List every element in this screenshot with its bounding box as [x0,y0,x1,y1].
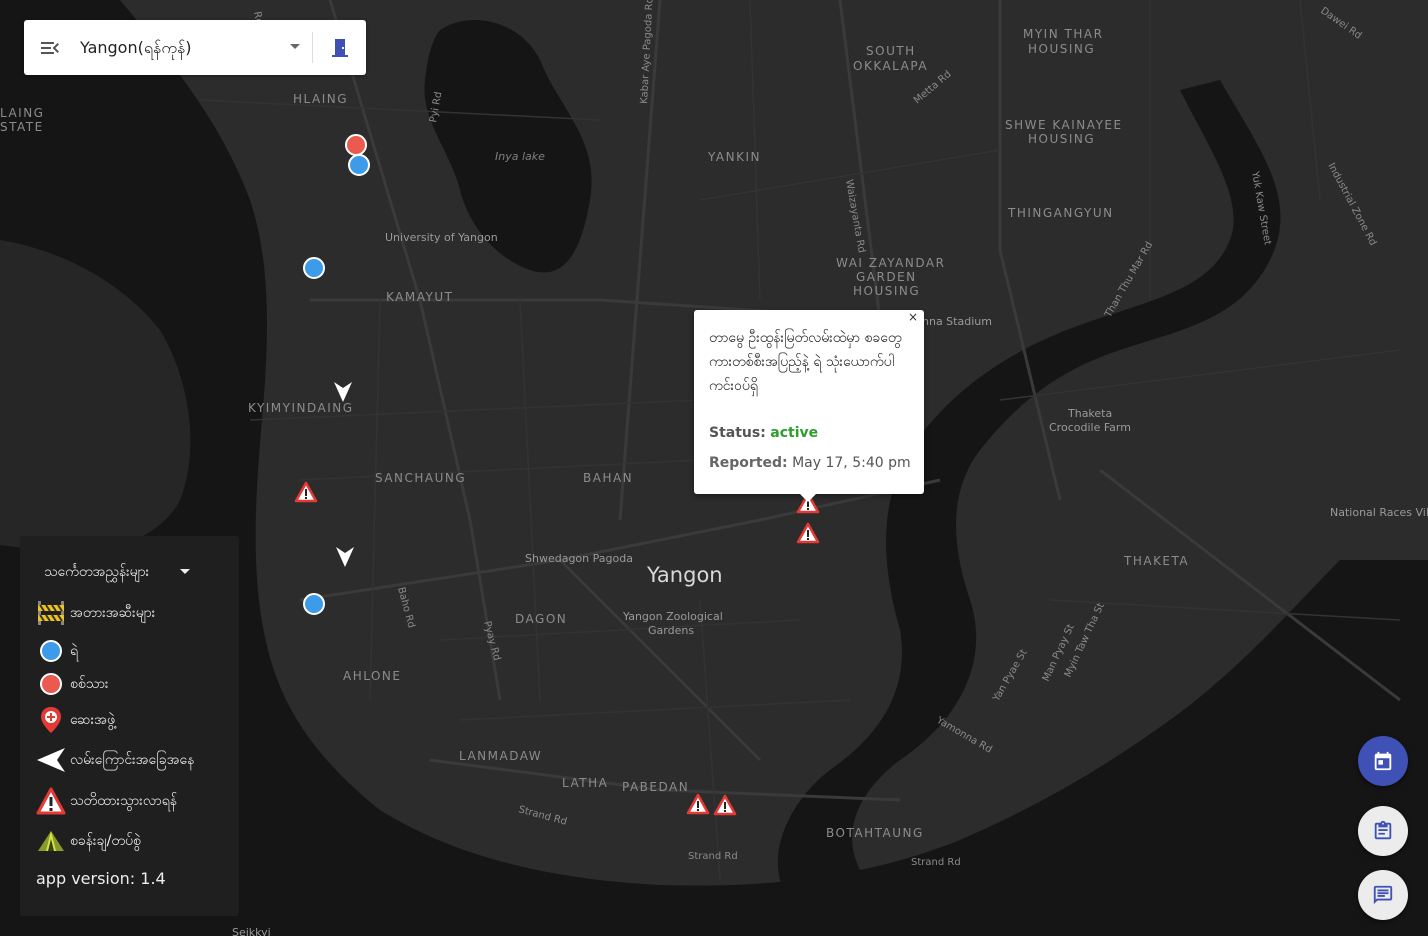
district-label: GARDEN [856,270,917,284]
legend-title[interactable]: သင်္ကေတအညွှန်းများ [44,562,149,583]
clipboard-icon [1374,820,1392,840]
app-version: app version: 1.4 [36,869,166,888]
district-label: SOUTH [866,44,916,58]
district-label: THINGANGYUN [1007,206,1114,220]
location-bar: Yangon(ရန်ကုန်) [24,20,366,75]
legend-item: စခန်းချ/တပ်စွဲ [36,826,141,856]
district-label: HLAING [293,92,348,106]
police-marker[interactable] [347,153,371,177]
incident-description: တာမွေ ဦးထွန်းမြတ်လမ်းထဲမှာ စခတွေ ကားတစ်စ… [709,330,902,394]
reported-label: Reported: [709,455,788,471]
poi-label: Shwedagon Pagoda [525,552,633,565]
poi-label: Crocodile Farm [1049,421,1131,434]
police-marker[interactable] [302,592,326,616]
legend-item: ဆေးအဖွဲ့ [36,705,115,735]
popup-tip [799,493,817,502]
poi-label: Gardens [648,624,694,637]
district-label: SHWE KAINAYEE [1005,118,1123,132]
police-marker[interactable] [302,256,326,280]
status-label: Status: [709,425,766,441]
warning-marker[interactable] [796,522,820,544]
warning-marker[interactable] [686,793,710,815]
warning-marker[interactable] [294,481,318,503]
city-select-value[interactable]: Yangon(ရန်ကုန်) [80,37,192,61]
district-label: BAHAN [583,471,633,485]
legend-item: ရဲ [36,636,78,666]
caret-down-icon[interactable] [180,569,190,574]
district-label: OKKALAPA [853,59,928,73]
incident-popup: × တာမွေ ဦးထွန်းမြတ်လမ်းထဲမှာ စခတွေ ကားတစ… [694,310,924,502]
road-label: Strand Rd [688,851,738,862]
calendar-button[interactable] [1358,736,1408,786]
poi-label: Seikkyi [232,926,271,936]
warning-marker[interactable] [713,794,737,816]
district-label: LANMADAW [459,749,542,763]
legend-item: သတိထားသွားလာရန် [36,786,177,816]
medical-pin-icon [36,705,66,735]
close-icon[interactable]: × [908,310,918,324]
district-label: MYIN THAR [1023,27,1103,41]
city-label: Yangon [646,563,723,587]
district-label: SANCHAUNG [375,471,466,485]
district-label: LAING [0,106,44,120]
warning-triangle-icon [36,786,66,816]
legend-item: စစ်သား [36,669,109,699]
barricade-icon [36,598,66,628]
road-label: Strand Rd [911,857,961,868]
direction-arrow-icon [36,745,66,775]
poi-label: nna Stadium [922,315,992,328]
legend-label: ဆေးအဖွဲ့ [70,711,115,728]
district-label: THAKETA [1123,554,1189,568]
poi-label: Inya lake [495,150,545,163]
chevron-down-icon[interactable] [290,44,300,49]
district-label: STATE [0,120,44,134]
district-label: KAMAYUT [386,290,453,304]
calendar-icon [1374,751,1392,771]
legend-panel: သင်္ကေတအညွှန်းများ အတားအဆီးများ ရဲ စစ်သာ… [20,536,239,916]
district-label: PABEDAN [622,780,689,794]
district-label: HOUSING [853,284,920,298]
legend-label: ရဲ [70,642,79,659]
legend-label: သတိထားသွားလာရန် [70,792,178,809]
poi-label: Thaketa [1067,407,1112,420]
district-label: YANKIN [707,150,761,164]
report-list-button[interactable] [1358,806,1408,856]
reported-row: Reported: May 17, 5:40 pm [709,455,911,471]
legend-label: စစ်သား [70,675,109,692]
chat-button[interactable] [1358,870,1408,920]
chat-icon [1373,885,1393,905]
legend-item: လမ်းကြောင်းအခြေအနေ [36,745,194,775]
red-dot-icon [36,669,66,699]
status-row: Status: active [709,425,818,441]
legend-item: အတားအဆီးများ [36,598,155,628]
reported-value: May 17, 5:40 pm [792,455,911,471]
divider [312,32,313,63]
status-value: active [770,425,819,441]
district-label: HOUSING [1028,132,1095,146]
district-label: AHLONE [343,669,402,683]
blue-dot-icon [36,636,66,666]
district-label: DAGON [515,612,567,626]
tent-icon [36,826,66,856]
poi-label: Yangon Zoological [622,610,723,623]
district-label: BOTAHTAUNG [826,826,924,840]
legend-label: လမ်းကြောင်းအခြေအနေ [70,751,195,768]
legend-label: အတားအဆီးများ [70,604,156,621]
district-label: WAI ZAYANDAR [836,256,945,270]
direction-arrow-marker[interactable] [334,545,356,569]
menu-open-icon[interactable] [38,36,62,60]
poi-label: National Races Villa [1330,506,1428,519]
district-label: HOUSING [1028,42,1095,56]
poi-label: University of Yangon [385,231,498,244]
direction-arrow-marker[interactable] [332,380,354,404]
legend-label: စခန်းချ/တပ်စွဲ [70,832,141,849]
exit-door-icon[interactable] [328,36,352,60]
district-label: LATHA [562,776,608,790]
